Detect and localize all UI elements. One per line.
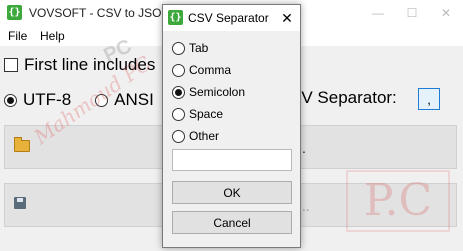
utf8-radio[interactable]: [4, 93, 17, 107]
comma-label: Comma: [189, 63, 232, 77]
comma-radio[interactable]: [172, 63, 185, 77]
tab-radio[interactable]: [172, 41, 185, 55]
save-file-label: ..: [302, 198, 310, 214]
dialog-title: CSV Separator: [188, 11, 269, 25]
folder-icon: [14, 137, 30, 152]
space-label: Space: [189, 107, 224, 121]
csv-separator-dialog: {} CSV Separator ✕ Tab Comma Semicolon S…: [162, 4, 301, 248]
option-semicolon[interactable]: Semicolon: [172, 83, 245, 101]
close-button[interactable]: ✕: [429, 0, 463, 26]
option-other[interactable]: Other: [172, 127, 219, 145]
main-window-title: VOVSOFT - CSV to JSON C: [29, 6, 183, 20]
space-radio[interactable]: [172, 107, 185, 121]
option-tab[interactable]: Tab: [172, 39, 208, 57]
menu-file[interactable]: File: [8, 29, 27, 43]
window-controls: — ☐ ✕: [361, 0, 463, 26]
json-braces-icon: {}: [7, 5, 22, 20]
semicolon-radio[interactable]: [172, 85, 185, 99]
other-label: Other: [189, 129, 220, 143]
cancel-button[interactable]: Cancel: [172, 211, 292, 234]
csv-separator-button[interactable]: ,: [418, 88, 440, 110]
option-space[interactable]: Space: [172, 105, 223, 123]
floppy-disk-icon: [14, 197, 26, 209]
maximize-button[interactable]: ☐: [395, 0, 429, 26]
menu-help[interactable]: Help: [40, 29, 65, 43]
ok-button[interactable]: OK: [172, 181, 292, 204]
open-file-label: .: [302, 140, 306, 156]
minimize-button[interactable]: —: [361, 0, 395, 26]
other-separator-input[interactable]: [172, 149, 292, 171]
dialog-titlebar[interactable]: {} CSV Separator ✕: [163, 5, 300, 31]
csv-separator-label: SV Separator:: [290, 88, 397, 107]
json-braces-icon: {}: [168, 10, 183, 25]
dialog-close-button[interactable]: ✕: [274, 5, 300, 31]
watermark-logo: P.C: [346, 170, 450, 232]
semicolon-label: Semicolon: [189, 85, 246, 99]
first-line-checkbox[interactable]: [4, 58, 18, 72]
option-comma[interactable]: Comma: [172, 61, 231, 79]
tab-label: Tab: [189, 41, 209, 55]
other-radio[interactable]: [172, 129, 185, 143]
